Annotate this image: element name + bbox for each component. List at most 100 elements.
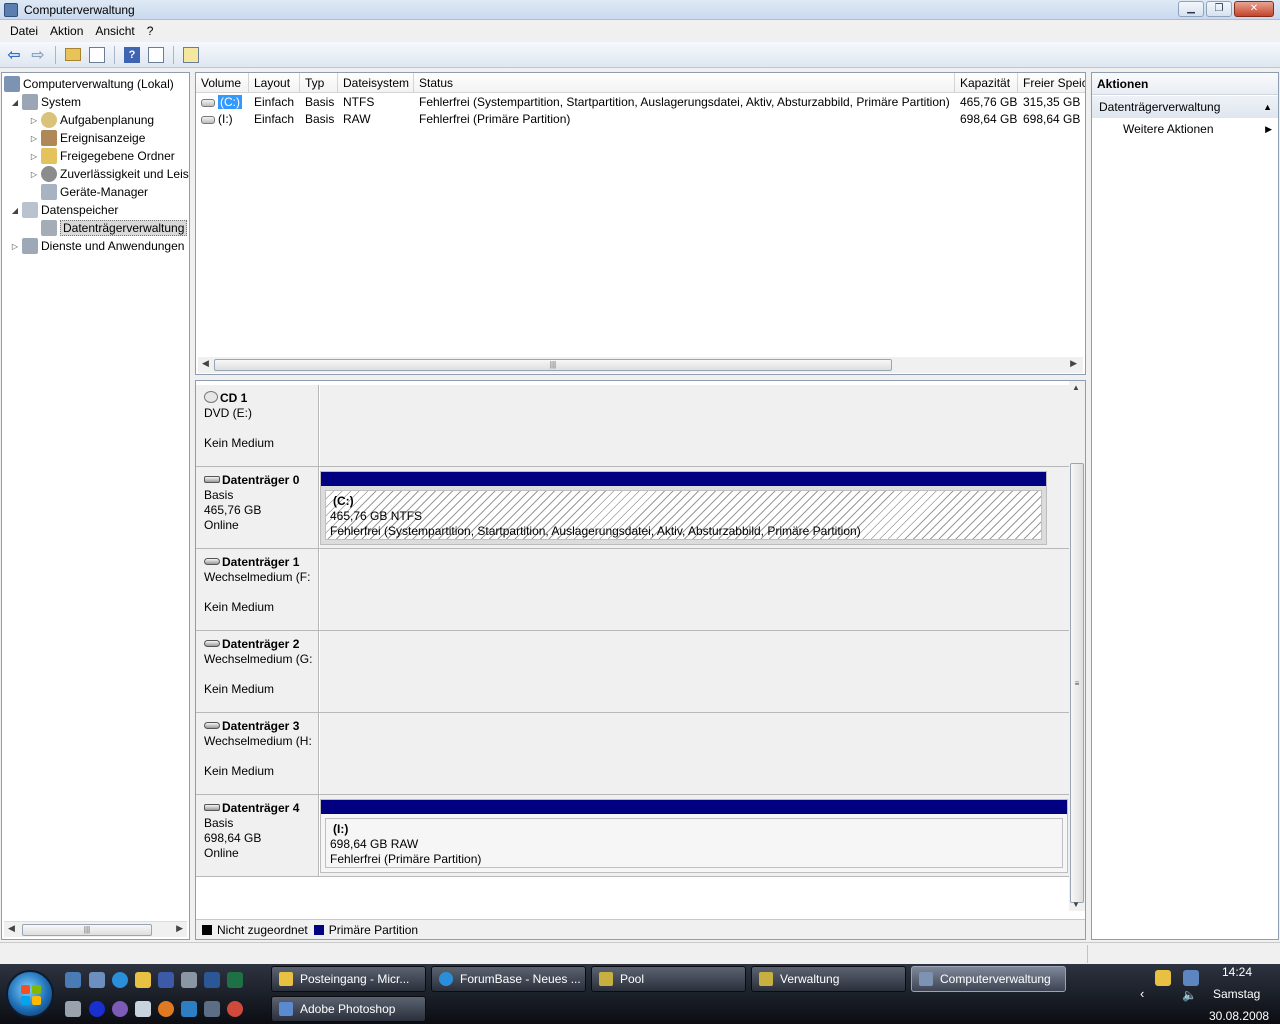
app-icon[interactable]: [181, 1001, 197, 1017]
expand-icon[interactable]: ▷: [29, 134, 39, 143]
disk-label[interactable]: CD 1 DVD (E:) Kein Medium: [196, 385, 319, 466]
scroll-right-icon[interactable]: ▶: [1070, 358, 1077, 369]
firefox-icon[interactable]: [158, 1001, 174, 1017]
up-folder-button[interactable]: [63, 45, 83, 65]
partition-i[interactable]: (I:) 698,64 GB RAW Fehlerfrei (Primäre P…: [320, 799, 1068, 873]
column-header-freier-speicher[interactable]: Freier Speic: [1018, 73, 1085, 93]
scrollbar-thumb[interactable]: ≡: [1070, 463, 1084, 903]
word-icon[interactable]: [204, 972, 220, 988]
minimize-button[interactable]: ▁: [1178, 1, 1204, 17]
column-header-typ[interactable]: Typ: [300, 73, 338, 93]
taskbar-button-computerverwaltung[interactable]: Computerverwaltung: [911, 966, 1066, 992]
tree-item-zuverlaessigkeit[interactable]: ▷ Zuverlässigkeit und Leis: [29, 165, 189, 183]
column-header-kapazitaet[interactable]: Kapazität: [955, 73, 1018, 93]
scroll-left-icon[interactable]: ◀: [202, 358, 209, 369]
app-icon[interactable]: [112, 1001, 128, 1017]
app-icon[interactable]: [204, 1001, 220, 1017]
tree-horizontal-scrollbar[interactable]: ◀ ||| ▶: [4, 921, 187, 937]
scroll-up-icon[interactable]: ▲: [1072, 383, 1080, 392]
column-header-status[interactable]: Status: [414, 73, 955, 93]
outlook-icon[interactable]: [135, 972, 151, 988]
close-button[interactable]: ✕: [1234, 1, 1274, 17]
action-weitere-aktionen[interactable]: Weitere Aktionen ▶: [1092, 118, 1278, 140]
maximize-button[interactable]: ❐: [1206, 1, 1232, 17]
show-action-pane-button[interactable]: [146, 45, 166, 65]
disk-row-cd1[interactable]: CD 1 DVD (E:) Kein Medium: [196, 385, 1070, 467]
tree-item-ereignisanzeige[interactable]: ▷ Ereignisanzeige: [29, 129, 145, 147]
tray-outlook-icon[interactable]: [1155, 970, 1171, 986]
expand-icon[interactable]: ▷: [10, 242, 20, 251]
properties-button[interactable]: [181, 45, 201, 65]
volume-icon[interactable]: 🔈: [1182, 988, 1197, 1002]
expand-icon[interactable]: ▷: [29, 170, 39, 179]
actions-section-datentraegerverwaltung[interactable]: Datenträgerverwaltung ▲: [1092, 96, 1278, 118]
disk-map-vertical-scrollbar[interactable]: ▲ ≡ ▼: [1069, 381, 1085, 911]
tree-item-label: Ereignisanzeige: [60, 131, 146, 145]
tree-item-dienste[interactable]: ▷ Dienste und Anwendungen: [10, 237, 184, 255]
calculator-icon[interactable]: [65, 1001, 81, 1017]
app-icon[interactable]: [227, 1001, 243, 1017]
table-row[interactable]: (C:) Einfach Basis NTFS Fehlerfrei (Syst…: [196, 94, 1085, 111]
disk-label[interactable]: Datenträger 0 Basis 465,76 GB Online: [196, 467, 319, 548]
column-header-dateisystem[interactable]: Dateisystem: [338, 73, 414, 93]
internet-explorer-icon[interactable]: [112, 972, 128, 988]
app-icon[interactable]: [181, 972, 197, 988]
tree-item-label: Aufgabenplanung: [60, 113, 155, 127]
switch-windows-icon[interactable]: [89, 972, 105, 988]
show-desktop-icon[interactable]: [65, 972, 81, 988]
taskbar-button-photoshop[interactable]: Adobe Photoshop: [271, 996, 426, 1022]
show-hide-tree-button[interactable]: [87, 45, 107, 65]
menu-aktion[interactable]: Aktion: [44, 24, 89, 38]
start-button[interactable]: [6, 970, 54, 1018]
tree-item-datentraegerverwaltung[interactable]: Datenträgerverwaltung: [41, 219, 188, 237]
expand-icon[interactable]: ◢: [10, 206, 20, 215]
disk-row-disk0[interactable]: Datenträger 0 Basis 465,76 GB Online (C:…: [196, 467, 1070, 549]
help-button[interactable]: ?: [122, 45, 142, 65]
expand-icon[interactable]: ▷: [29, 116, 39, 125]
tree-item-datenspeicher[interactable]: ◢ Datenspeicher: [10, 201, 118, 219]
forward-button[interactable]: ⇨: [28, 45, 48, 65]
column-header-layout[interactable]: Layout: [249, 73, 300, 93]
scroll-left-icon[interactable]: ◀: [8, 923, 15, 934]
tree-item-freigegebene-ordner[interactable]: ▷ Freigegebene Ordner: [29, 147, 175, 165]
disk-label[interactable]: Datenträger 4 Basis 698,64 GB Online: [196, 795, 319, 876]
taskbar-button-verwaltung[interactable]: Verwaltung: [751, 966, 906, 992]
media-icon[interactable]: [158, 972, 174, 988]
menu-ansicht[interactable]: Ansicht: [89, 24, 140, 38]
expand-icon[interactable]: ◢: [10, 98, 20, 107]
network-icon[interactable]: [1183, 970, 1199, 986]
notepad-icon[interactable]: [135, 1001, 151, 1017]
disk-row-disk1[interactable]: Datenträger 1 Wechselmedium (F: Kein Med…: [196, 549, 1070, 631]
excel-icon[interactable]: [227, 972, 243, 988]
app-icon[interactable]: [89, 1001, 105, 1017]
scrollbar-thumb[interactable]: |||: [214, 359, 892, 371]
tree-item-aufgabenplanung[interactable]: ▷ Aufgabenplanung: [29, 111, 154, 129]
tree-item-label: Freigegebene Ordner: [60, 149, 175, 163]
menu-help[interactable]: ?: [141, 24, 160, 38]
disk-row-disk3[interactable]: Datenträger 3 Wechselmedium (H: Kein Med…: [196, 713, 1070, 795]
taskbar-button-posteingang[interactable]: Posteingang - Micr...: [271, 966, 426, 992]
scroll-down-icon[interactable]: ▼: [1072, 900, 1080, 909]
disk-label[interactable]: Datenträger 2 Wechselmedium (G: Kein Med…: [196, 631, 319, 712]
taskbar-button-forumbase[interactable]: ForumBase - Neues ...: [431, 966, 586, 992]
disk-label[interactable]: Datenträger 1 Wechselmedium (F: Kein Med…: [196, 549, 319, 630]
partition-c[interactable]: (C:) 465,76 GB NTFS Fehlerfrei (Systempa…: [320, 471, 1047, 545]
menu-datei[interactable]: Datei: [4, 24, 44, 38]
clock-time[interactable]: 14:24: [1222, 965, 1252, 979]
collapse-icon[interactable]: ▲: [1263, 96, 1272, 118]
back-button[interactable]: ⇦: [4, 45, 24, 65]
disk-row-disk4[interactable]: Datenträger 4 Basis 698,64 GB Online (I:…: [196, 795, 1070, 877]
table-row[interactable]: (I:) Einfach Basis RAW Fehlerfrei (Primä…: [196, 111, 1085, 128]
scrollbar-thumb[interactable]: |||: [22, 924, 152, 936]
disk-label[interactable]: Datenträger 3 Wechselmedium (H: Kein Med…: [196, 713, 319, 794]
scroll-right-icon[interactable]: ▶: [176, 923, 183, 934]
taskbar-button-pool[interactable]: Pool: [591, 966, 746, 992]
tree-item-geraete-manager[interactable]: Geräte-Manager: [41, 183, 148, 201]
column-header-volume[interactable]: Volume: [196, 73, 249, 93]
tree-item-system[interactable]: ◢ System: [10, 93, 81, 111]
volume-list-horizontal-scrollbar[interactable]: ◀ ||| ▶: [198, 357, 1083, 373]
expand-icon[interactable]: ▷: [29, 152, 39, 161]
disk-row-disk2[interactable]: Datenträger 2 Wechselmedium (G: Kein Med…: [196, 631, 1070, 713]
tree-item-computerverwaltung[interactable]: Computerverwaltung (Lokal): [4, 75, 174, 93]
show-hidden-icons-icon[interactable]: ‹: [1140, 986, 1144, 1001]
